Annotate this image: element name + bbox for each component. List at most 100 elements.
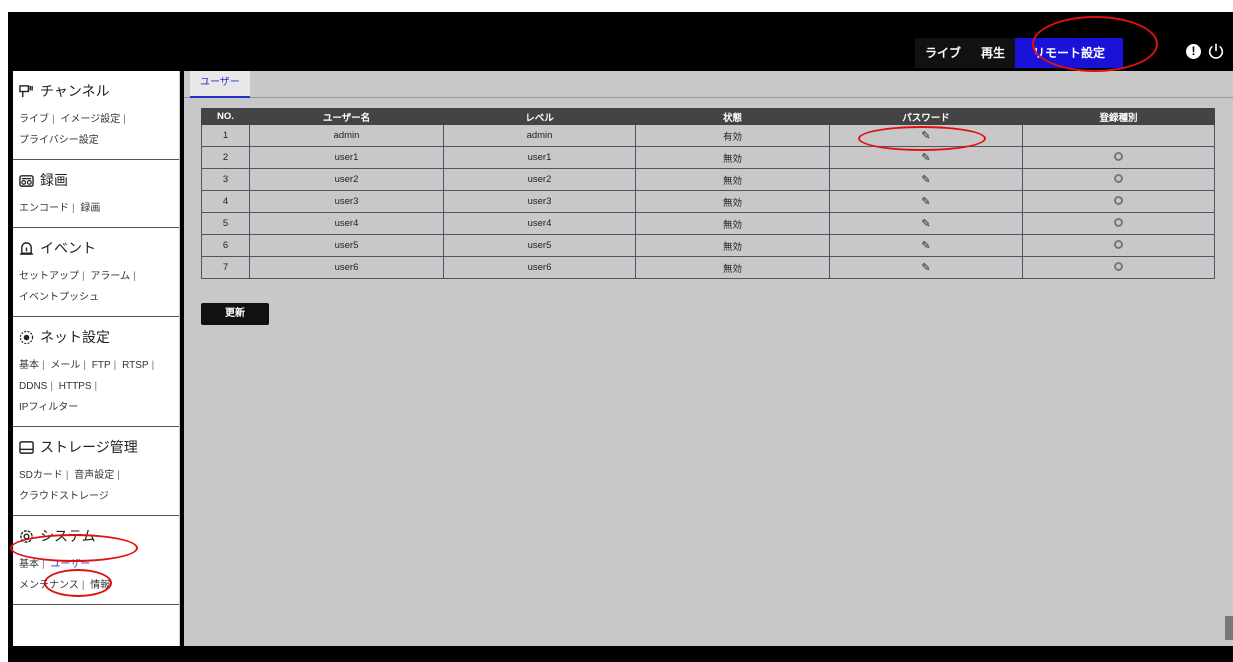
cell-level: admin [443,124,636,147]
table-row: 6 user5 user5 無効 ✎ [201,234,1215,257]
table-row: 4 user3 user3 無効 ✎ [201,190,1215,213]
column-header-no: NO. [201,108,250,125]
sidebar-item-mail[interactable]: メール [50,360,80,371]
cell-no: 4 [201,190,250,213]
edit-password-icon[interactable]: ✎ [921,174,930,186]
sidebar-section-title: システム [40,528,96,544]
cell-registration-type [1022,234,1215,257]
nav-remote-settings[interactable]: リモート設定 [1014,38,1123,68]
sidebar-links-event: セットアップ | アラーム | イベントプッシュ [13,264,179,317]
sidebar-item-encode[interactable]: エンコード [19,203,69,214]
table-row: 1 admin admin 有効 ✎ [201,124,1215,147]
sidebar-section-title: イベント [40,240,96,256]
sidebar-item-ip-filter[interactable]: IPフィルター [19,402,78,413]
sidebar-item-cloud-storage[interactable]: クラウドストレージ [19,491,109,502]
sidebar-item-https[interactable]: HTTPS [59,381,92,392]
sidebar-item-setup[interactable]: セットアップ [19,271,79,282]
scrollbar-thumb[interactable] [1225,616,1233,640]
cell-no: 2 [201,146,250,169]
app-window: ライブ 再生 リモート設定 ! チャンネル ライブ | イメージ設定 | プライバシ… [8,12,1233,662]
sidebar-section-channel[interactable]: チャンネル [13,71,179,107]
sidebar-item-ddns[interactable]: DDNS [19,381,47,392]
sidebar-item-user[interactable]: ユーザー [50,559,90,570]
gear-icon[interactable] [1114,217,1123,227]
sidebar-section-title: ストレージ管理 [40,439,138,455]
nav-playback[interactable]: 再生 [971,38,1015,68]
cell-password: ✎ [829,212,1023,235]
cell-status: 無効 [635,168,830,191]
edit-password-icon[interactable]: ✎ [921,262,930,274]
cell-no: 6 [201,234,250,257]
sidebar-item-maintenance[interactable]: メンテナンス [19,580,79,591]
sidebar-item-privacy-settings[interactable]: プライバシー設定 [19,135,99,146]
cell-no: 3 [201,168,250,191]
cell-registration-type [1022,190,1215,213]
sidebar-item-recording[interactable]: 録画 [80,203,100,214]
cell-registration-type [1022,212,1215,235]
sidebar-item-system-basic[interactable]: 基本 [19,559,39,570]
sidebar-section-title: チャンネル [40,83,110,99]
edit-password-icon[interactable]: ✎ [921,196,930,208]
gear-icon[interactable] [1114,151,1123,161]
table-row: 5 user4 user4 無効 ✎ [201,212,1215,235]
sidebar-section-storage[interactable]: ストレージ管理 [13,427,179,463]
gear-icon[interactable] [1114,173,1123,183]
cell-password: ✎ [829,146,1023,169]
cell-status: 無効 [635,146,830,169]
sidebar-section-event[interactable]: イベント [13,228,179,264]
cell-registration-type [1022,146,1215,169]
sidebar-item-basic[interactable]: 基本 [19,360,39,371]
cell-username: user5 [249,234,444,257]
table-row: 3 user2 user2 無効 ✎ [201,168,1215,191]
cell-registration-type [1022,256,1215,279]
sidebar-item-event-push[interactable]: イベントプッシュ [19,292,99,303]
cell-no: 5 [201,212,250,235]
sidebar-section-system[interactable]: システム [13,516,179,552]
sidebar-section-network[interactable]: ネット設定 [13,317,179,353]
alert-icon[interactable]: ! [1186,43,1201,59]
edit-password-icon[interactable]: ✎ [921,152,930,164]
cell-no: 1 [201,124,250,147]
tab-user[interactable]: ユーザー [190,71,250,98]
gear-icon[interactable] [1114,261,1123,271]
sidebar-item-image-settings[interactable]: イメージ設定 [60,114,120,125]
network-icon [19,330,34,344]
edit-password-icon[interactable]: ✎ [921,240,930,252]
gear-icon[interactable] [1114,195,1123,205]
sidebar-item-ftp[interactable]: FTP [92,360,111,371]
sidebar-item-rtsp[interactable]: RTSP [122,360,149,371]
sidebar: チャンネル ライブ | イメージ設定 | プライバシー設定 録画 エンコード | 録画… [13,71,180,646]
cell-registration-type [1022,124,1215,147]
gear-icon[interactable] [1114,239,1123,249]
cell-password: ✎ [829,190,1023,213]
cell-username: user6 [249,256,444,279]
sidebar-section-record[interactable]: 録画 [13,160,179,196]
cell-status: 無効 [635,234,830,257]
power-icon[interactable] [1207,42,1225,60]
column-header-password: パスワード [829,108,1023,125]
table-header-row: NO. ユーザー名 レベル 状態 パスワード 登録種別 [201,108,1215,125]
sidebar-item-audio-settings[interactable]: 音声設定 [74,470,114,481]
cell-username: user4 [249,212,444,235]
cell-level: user5 [443,234,636,257]
cell-level: user6 [443,256,636,279]
nav-live[interactable]: ライブ [915,38,971,68]
main-content: ユーザー NO. ユーザー名 レベル 状態 パスワード 登録種別 1 admin a… [184,71,1233,646]
column-header-username: ユーザー名 [249,108,444,125]
edit-password-icon[interactable]: ✎ [921,130,930,142]
sidebar-item-info[interactable]: 情報 [90,580,110,591]
sidebar-links-system: 基本 | ユーザー メンテナンス | 情報 [13,552,179,605]
event-icon [19,241,34,255]
top-navigation: ライブ 再生 リモート設定 [914,38,1123,68]
cell-password: ✎ [829,168,1023,191]
sidebar-item-sd-card[interactable]: SDカード [19,470,63,481]
sidebar-item-live[interactable]: ライブ [19,114,49,125]
cell-username: user2 [249,168,444,191]
sidebar-item-alarm[interactable]: アラーム [90,271,130,282]
refresh-button[interactable]: 更新 [201,303,269,325]
edit-password-icon[interactable]: ✎ [921,218,930,230]
cell-password: ✎ [829,256,1023,279]
table-row: 7 user6 user6 無効 ✎ [201,256,1215,279]
record-icon [19,174,34,187]
channel-icon [19,84,33,97]
